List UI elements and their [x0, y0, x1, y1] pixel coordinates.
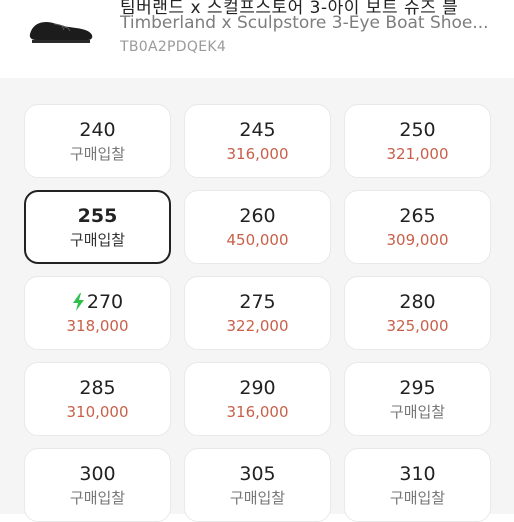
size-number: 275	[239, 291, 276, 313]
size-price: 309,000	[386, 231, 449, 249]
size-option-245[interactable]: 245 316,000	[184, 104, 331, 178]
size-price: 321,000	[386, 145, 449, 163]
bid-label: 구매입찰	[69, 145, 126, 163]
bid-label: 구매입찰	[69, 231, 126, 249]
size-number: 285	[79, 377, 116, 399]
size-number: 305	[239, 463, 276, 485]
size-option-270[interactable]: 270 318,000	[24, 276, 171, 350]
size-label: 260	[239, 204, 275, 228]
size-option-260[interactable]: 260 450,000	[184, 190, 331, 264]
size-price: 310,000	[66, 403, 129, 421]
size-label: 275	[239, 290, 275, 314]
size-price: 318,000	[66, 317, 129, 335]
size-number: 240	[79, 119, 116, 141]
size-number: 250	[399, 119, 436, 141]
size-number: 255	[77, 205, 118, 227]
size-number: 310	[399, 463, 436, 485]
size-option-300[interactable]: 300 구매입찰	[24, 448, 171, 522]
size-label: 245	[239, 118, 275, 142]
size-label: 280	[399, 290, 435, 314]
size-label: 265	[399, 204, 435, 228]
size-option-250[interactable]: 250 321,000	[344, 104, 491, 178]
size-grid: 240 구매입찰 245 316,000 250 321,000 255 구매입찰 260 450…	[24, 104, 491, 522]
size-label: 270	[72, 290, 123, 314]
product-code: TB0A2PDQEK4	[120, 39, 227, 55]
size-number: 260	[239, 205, 276, 227]
bid-label: 구매입찰	[69, 489, 126, 507]
bid-label: 구매입찰	[389, 403, 446, 421]
size-label: 310	[399, 462, 435, 486]
size-number: 245	[239, 119, 276, 141]
product-name: Timberland x Sculpstore 3-Eye Boat Shoe.…	[120, 13, 489, 33]
size-price: 450,000	[226, 231, 289, 249]
product-thumbnail	[29, 22, 93, 43]
size-price: 322,000	[226, 317, 289, 335]
bid-label: 구매입찰	[389, 489, 446, 507]
size-price: 316,000	[226, 403, 289, 421]
size-option-290[interactable]: 290 316,000	[184, 362, 331, 436]
size-number: 295	[399, 377, 436, 399]
size-number: 265	[399, 205, 436, 227]
size-option-285[interactable]: 285 310,000	[24, 362, 171, 436]
size-number: 280	[399, 291, 436, 313]
bid-label: 구매입찰	[229, 489, 286, 507]
size-price: 325,000	[386, 317, 449, 335]
size-selection-panel: 240 구매입찰 245 316,000 250 321,000 255 구매입찰 260 450…	[0, 78, 514, 522]
size-label: 250	[399, 118, 435, 142]
size-label: 285	[79, 376, 115, 400]
size-label: 295	[399, 376, 435, 400]
size-label: 305	[239, 462, 275, 486]
size-number: 300	[79, 463, 116, 485]
size-option-265[interactable]: 265 309,000	[344, 190, 491, 264]
size-number: 290	[239, 377, 276, 399]
size-option-305[interactable]: 305 구매입찰	[184, 448, 331, 522]
size-label: 240	[79, 118, 115, 142]
fast-delivery-bolt-icon	[72, 293, 84, 311]
size-number: 270	[86, 291, 124, 313]
size-label: 255	[78, 204, 118, 228]
size-option-295[interactable]: 295 구매입찰	[344, 362, 491, 436]
size-option-255[interactable]: 255 구매입찰	[24, 190, 171, 264]
size-price: 316,000	[226, 145, 289, 163]
size-option-280[interactable]: 280 325,000	[344, 276, 491, 350]
size-option-240[interactable]: 240 구매입찰	[24, 104, 171, 178]
size-option-275[interactable]: 275 322,000	[184, 276, 331, 350]
product-header: 팀버랜드 x 스컬프스토어 3-아이 보트 슈즈 블 Timberland x …	[0, 0, 514, 78]
size-label: 290	[239, 376, 275, 400]
size-label: 300	[79, 462, 115, 486]
size-option-310[interactable]: 310 구매입찰	[344, 448, 491, 522]
